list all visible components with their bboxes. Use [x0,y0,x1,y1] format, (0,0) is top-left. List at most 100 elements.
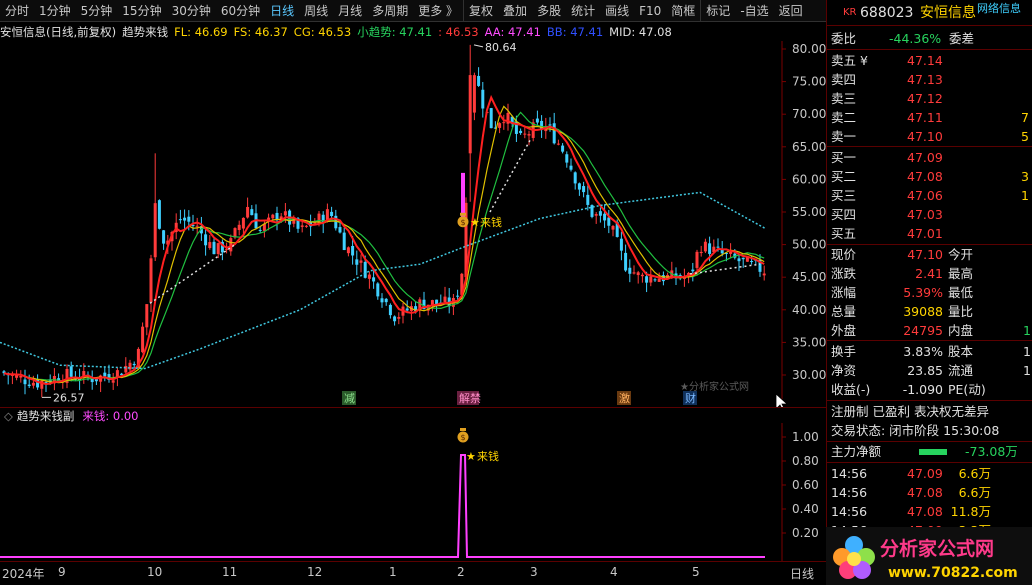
candle-body [443,296,447,302]
toolbar-item-11[interactable]: 复权 [463,0,498,21]
candle-body [548,124,552,126]
stat-value-2: 1 [1023,323,1031,338]
toolbar-item-1[interactable]: 1分钟 [34,0,76,21]
candle-body [397,317,401,319]
bids-row[interactable]: 买二 47.08 3 [827,167,1032,186]
tick-row[interactable]: 14:56 47.08 6.6万 [827,483,1032,502]
stat-label-2: 今开 [948,247,974,262]
indicator-title-bar: 安恒信息(日线,前复权) 趋势来钱 FL: 46.69 FS: 46.37 CG… [0,23,826,41]
net-flow-bar [919,449,947,455]
shrink-info-button[interactable]: 网络信息 [977,0,1021,20]
event-badge-2[interactable]: 激 [617,391,631,405]
period-button[interactable]: 日线 [790,565,814,582]
toolbar-item-17[interactable]: 简框 [666,0,700,21]
toolbar-item-13[interactable]: 多股 [532,0,566,21]
candle-body [552,123,556,144]
bids-label: 买二 [831,169,857,184]
signal-line [0,454,765,558]
candle-body [363,261,367,278]
event-badge-label: 解禁 [459,391,481,405]
asks-price: 47.11 [907,110,943,125]
candle-body [527,134,531,136]
candle-body [468,75,472,154]
candle-body [338,227,342,233]
event-badge-0[interactable]: 减 [342,391,356,405]
kline-chart[interactable]: 80.00 75.00 70.00 65.00 60.00 55.00 50.00 45.00… [0,41,826,407]
asks-row[interactable]: 卖一 47.10 5 [827,127,1032,146]
toolbar-item-0[interactable]: 分时 [0,0,34,21]
asks-label: 卖二 [831,110,857,125]
toolbar-item-12[interactable]: 叠加 [498,0,532,21]
candle-body [607,217,611,226]
toolbar-item-4[interactable]: 30分钟 [167,0,216,21]
toolbar-item-16[interactable]: F10 [634,0,666,21]
bids-row[interactable]: 买三 47.06 1 [827,186,1032,205]
signal-subchart[interactable]: 1.00 0.80 0.60 0.40 0.20 $★ 来钱 [0,423,826,561]
toolbar-item-15[interactable]: 画线 [600,0,634,21]
toolbar-item-5[interactable]: 60分钟 [216,0,265,21]
toolbar-item-18[interactable]: 标记 [700,0,735,21]
net-flow-label[interactable]: 主力净额 [831,442,881,461]
toolbar-item-2[interactable]: 5分钟 [76,0,118,21]
toolbar-item-20[interactable]: 返回 [774,0,808,21]
candle-body [565,154,569,163]
toolbar-item-10[interactable]: 更多 》 [413,0,463,21]
price-tick-label: 80.00 [792,42,826,56]
event-badge-1[interactable]: 解禁 [457,391,481,405]
toolbar-item-14[interactable]: 统计 [566,0,600,21]
bids-row[interactable]: 买一 47.09 [827,148,1032,167]
asks-price: 47.10 [907,129,943,144]
candle-body [304,225,308,227]
subchart-arrow-icon[interactable]: ◇ [4,409,13,423]
candle-body [380,298,384,303]
candle-body [157,200,161,229]
candle-body [573,172,577,184]
candle-body [367,274,371,279]
toolbar-item-9[interactable]: 多周期 [367,0,413,21]
toolbar-item-8[interactable]: 月线 [333,0,367,21]
candle-body [624,252,628,271]
asks-row[interactable]: 卖二 47.11 7 [827,108,1032,127]
candle-body [124,365,128,373]
toolbar-item-7[interactable]: 周线 [299,0,333,21]
candle-body [405,308,409,311]
asks-row[interactable]: 卖三 47.12 [827,89,1032,108]
sub-tick-label: 0.20 [792,526,819,540]
subchart-title[interactable]: 趋势来钱副 [17,408,75,424]
stat2-value: -1.090 [902,382,943,397]
stat2-label: 净资 [831,363,857,378]
candle-body [481,89,485,109]
date-label-0: 2024年 [2,567,45,581]
candle-body [523,133,527,135]
candle-body [708,243,712,254]
candle-body [649,276,653,283]
asks-row[interactable]: 卖五 ¥ 47.14 [827,51,1032,70]
event-badge-3[interactable]: 财 [683,391,697,405]
candle-body [750,261,754,263]
asks-label: 卖三 [831,91,857,106]
bids-row[interactable]: 买五 47.01 [827,224,1032,243]
bids-price: 47.06 [907,188,943,203]
tick-row[interactable]: 14:56 47.09 6.6万 [827,464,1032,483]
candle-body [330,211,334,217]
bids-volume: 1 [1021,188,1029,203]
asks-row[interactable]: 卖四 47.13 [827,70,1032,89]
toolbar-item-19[interactable]: -自选 [735,0,773,21]
candle-body [27,384,31,387]
stat2-value-2: 1 [1023,344,1031,359]
stat2-row: 净资 23.85 流通 1 [827,361,1032,380]
tick-row[interactable]: 14:56 47.08 11.8万 [827,502,1032,521]
toolbar-item-6[interactable]: 日线 [265,0,299,21]
candle-body [376,283,380,297]
date-axis: 2024年 9 10 11 12 1 2 3 4 5 日线 [0,561,826,585]
signal-label: 来钱 [480,215,502,229]
stat2-label: 换手 [831,344,857,359]
candle-body [195,225,199,227]
toolbar-item-3[interactable]: 15分钟 [117,0,166,21]
stat-value: 39088 [903,304,943,319]
indicator-name[interactable]: 趋势来钱 [122,24,168,40]
weicha-label: 委差 [949,31,975,46]
asks-volume: 5 [1021,129,1029,144]
bids-row[interactable]: 买四 47.03 [827,205,1032,224]
date-label-4: 12 [307,565,323,579]
